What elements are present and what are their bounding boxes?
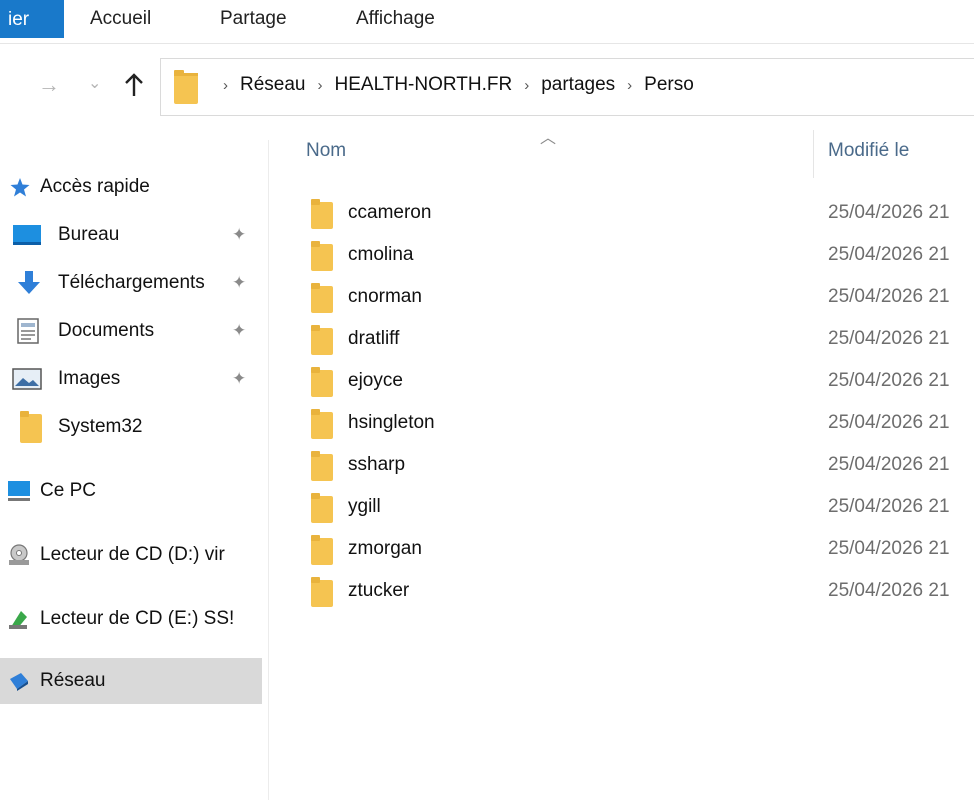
chevron-right-icon: › xyxy=(223,76,228,94)
pin-icon[interactable]: ✦ xyxy=(232,225,246,245)
address-bar[interactable]: › Réseau › HEALTH-NORTH.FR › partages › … xyxy=(160,58,974,116)
table-row[interactable]: cnorman 25/04/2026 21 xyxy=(300,276,974,318)
crumb-domain[interactable]: HEALTH-NORTH.FR xyxy=(335,74,513,96)
pin-icon[interactable]: ✦ xyxy=(232,273,246,293)
folder-icon xyxy=(310,366,334,398)
tab-partage[interactable]: Partage xyxy=(220,8,287,30)
file-name: dratliff xyxy=(348,328,400,349)
table-row[interactable]: zmorgan 25/04/2026 21 xyxy=(300,528,974,570)
file-modified-date: 25/04/2026 21 xyxy=(828,244,950,265)
folder-icon xyxy=(310,282,334,314)
sidebar-item-label: Images xyxy=(58,368,121,389)
folder-icon xyxy=(173,69,199,105)
sidebar-item-documents[interactable]: Documents ✦ xyxy=(0,308,262,354)
folder-icon xyxy=(310,408,334,440)
sort-ascending-icon: ︿ xyxy=(540,130,557,147)
tab-affichage[interactable]: Affichage xyxy=(356,8,435,30)
sidebar-item-label: Bureau xyxy=(58,224,120,245)
sidebar-item-reseau[interactable]: Réseau xyxy=(0,658,262,704)
sidebar-item-images[interactable]: Images ✦ xyxy=(0,356,262,402)
column-header-modified[interactable]: Modifié le xyxy=(828,140,909,162)
sidebar-item-label: Réseau xyxy=(40,670,106,691)
sidebar-item-system32[interactable]: System32 xyxy=(0,404,262,450)
file-modified-date: 25/04/2026 21 xyxy=(828,454,950,475)
star-icon xyxy=(8,176,32,198)
pin-icon[interactable]: ✦ xyxy=(232,369,246,389)
computer-icon xyxy=(6,479,32,503)
folder-icon xyxy=(310,534,334,566)
arrow-right-icon[interactable]: → xyxy=(38,74,60,96)
table-row[interactable]: ejoyce 25/04/2026 21 xyxy=(300,360,974,402)
file-modified-date: 25/04/2026 21 xyxy=(828,370,950,391)
sidebar-item-label: Accès rapide xyxy=(40,176,150,197)
sidebar-item-label: Téléchargements xyxy=(58,272,205,293)
sidebar-item-acces-rapide[interactable]: Accès rapide xyxy=(0,164,262,210)
file-name: zmorgan xyxy=(348,538,422,559)
folder-icon xyxy=(310,450,334,482)
desktop-icon xyxy=(12,224,42,246)
sidebar-item-telechargements[interactable]: Téléchargements ✦ xyxy=(0,260,262,306)
table-row[interactable]: ztucker 25/04/2026 21 xyxy=(300,570,974,612)
folder-icon xyxy=(310,198,334,230)
crumb-reseau[interactable]: Réseau xyxy=(240,74,306,96)
file-name: ccameron xyxy=(348,202,432,223)
table-row[interactable]: ssharp 25/04/2026 21 xyxy=(300,444,974,486)
file-name: cmolina xyxy=(348,244,414,265)
sidebar-item-label: Documents xyxy=(58,320,155,341)
sidebar-item-label: Lecteur de CD (D:) vir xyxy=(40,544,225,565)
chevron-right-icon[interactable]: › xyxy=(627,77,632,94)
folder-icon xyxy=(310,240,334,272)
chevron-right-icon[interactable]: › xyxy=(524,77,529,94)
sidebar-item-label: Ce PC xyxy=(40,480,96,501)
sidebar-item-label: Lecteur de CD (E:) SS! xyxy=(40,608,235,629)
table-row[interactable]: cmolina 25/04/2026 21 xyxy=(300,234,974,276)
sidebar-item-ce-pc[interactable]: Ce PC xyxy=(0,468,262,514)
file-modified-date: 25/04/2026 21 xyxy=(828,202,950,223)
file-name: cnorman xyxy=(348,286,422,307)
file-modified-date: 25/04/2026 21 xyxy=(828,328,950,349)
file-modified-date: 25/04/2026 21 xyxy=(828,538,950,559)
folder-icon xyxy=(310,576,334,608)
table-row[interactable]: hsingleton 25/04/2026 21 xyxy=(300,402,974,444)
cd-drive-icon xyxy=(6,607,32,631)
file-modified-date: 25/04/2026 21 xyxy=(828,580,950,601)
file-name: ssharp xyxy=(348,454,406,475)
ribbon: ier Accueil Partage Affichage xyxy=(0,0,974,44)
crumb-partages[interactable]: partages xyxy=(541,74,615,96)
file-modified-date: 25/04/2026 21 xyxy=(828,286,950,307)
breadcrumb: › Réseau › HEALTH-NORTH.FR › partages › … xyxy=(211,74,694,96)
document-icon xyxy=(16,318,40,344)
file-name: ygill xyxy=(348,496,381,517)
navigation-pane: Accès rapide Bureau ✦ Téléchargements ✦ … xyxy=(0,140,270,800)
arrow-up-icon[interactable] xyxy=(123,72,145,102)
table-row[interactable]: ygill 25/04/2026 21 xyxy=(300,486,974,528)
folder-icon xyxy=(310,492,334,524)
cd-drive-icon xyxy=(6,543,32,567)
table-row[interactable]: ccameron 25/04/2026 21 xyxy=(300,192,974,234)
pane-divider[interactable] xyxy=(268,140,269,800)
download-icon xyxy=(14,269,44,297)
tab-accueil[interactable]: Accueil xyxy=(90,8,151,30)
chevron-right-icon[interactable]: › xyxy=(318,77,323,94)
folder-icon xyxy=(18,410,44,444)
pin-icon[interactable]: ✦ xyxy=(232,321,246,341)
sidebar-item-cd-e[interactable]: Lecteur de CD (E:) SS! xyxy=(0,596,262,642)
folder-icon xyxy=(310,324,334,356)
sidebar-item-label: System32 xyxy=(58,416,143,437)
crumb-perso[interactable]: Perso xyxy=(644,74,694,96)
tab-file[interactable]: ier xyxy=(0,0,64,38)
file-name: hsingleton xyxy=(348,412,435,433)
sidebar-item-cd-d[interactable]: Lecteur de CD (D:) vir xyxy=(0,532,262,578)
file-modified-date: 25/04/2026 21 xyxy=(828,412,950,433)
table-row[interactable]: dratliff 25/04/2026 21 xyxy=(300,318,974,360)
column-divider[interactable] xyxy=(813,130,814,178)
chevron-down-icon[interactable]: ⌄ xyxy=(88,76,101,92)
file-name: ejoyce xyxy=(348,370,403,391)
sidebar-item-bureau[interactable]: Bureau ✦ xyxy=(0,212,262,258)
column-header-name[interactable]: Nom xyxy=(306,140,346,162)
network-icon xyxy=(6,669,32,693)
file-name: ztucker xyxy=(348,580,410,601)
image-icon xyxy=(12,368,42,390)
file-modified-date: 25/04/2026 21 xyxy=(828,496,950,517)
